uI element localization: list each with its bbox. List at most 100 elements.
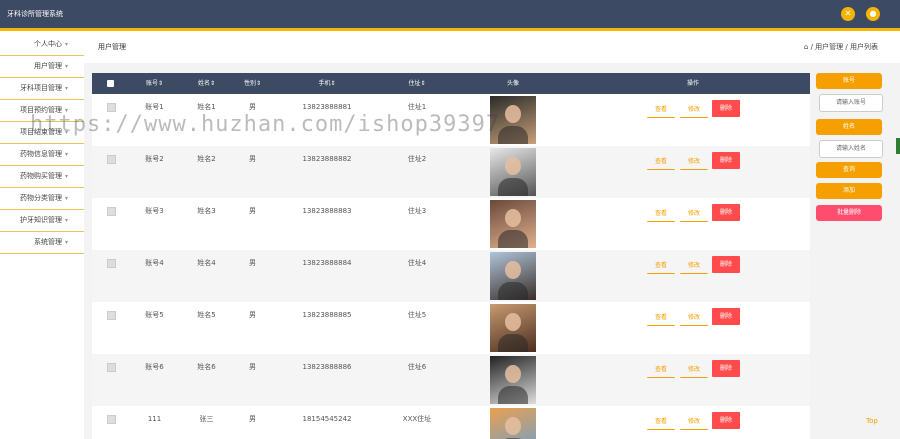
chevron-down-icon: ▾ [64, 107, 68, 114]
col-name[interactable]: 姓名⇕ [184, 73, 229, 94]
cell-phone: 13823888884 [302, 259, 352, 267]
avatar [490, 200, 536, 248]
cell-gender: 男 [249, 103, 256, 111]
sidebar-item-dental-knowledge[interactable]: 护牙知识管理 ▾ [0, 210, 84, 232]
row-checkbox[interactable] [107, 363, 116, 372]
cell-address: 住址2 [407, 155, 427, 163]
add-button[interactable]: 添加 [816, 183, 882, 199]
edit-button[interactable]: 修改 [680, 310, 708, 326]
delete-button[interactable]: 删除 [712, 204, 740, 221]
row-checkbox[interactable] [107, 311, 116, 320]
col-actions: 操作 [686, 80, 699, 87]
edit-button[interactable]: 修改 [680, 154, 708, 170]
account-label-button[interactable]: 账号 [816, 73, 882, 89]
user-table: 账号⇕ 姓名⇕ 性别⇕ 手机⇕ 住址⇕ 头像 操作 账号1 姓名1 男 1382… [92, 73, 810, 439]
table-row: 账号1 姓名1 男 13823888881 住址1 查看 修改 删除 [92, 94, 810, 147]
avatar-body [498, 230, 528, 248]
delete-button[interactable]: 删除 [712, 308, 740, 325]
avatar-body [498, 386, 528, 404]
row-checkbox[interactable] [107, 415, 116, 424]
view-button[interactable]: 查看 [647, 154, 675, 170]
home-icon[interactable]: ⌂ [804, 43, 808, 51]
select-all-checkbox[interactable] [107, 80, 114, 87]
delete-button[interactable]: 删除 [712, 256, 740, 273]
cell-gender: 男 [249, 363, 256, 371]
cell-address: XXX住址 [402, 415, 432, 423]
delete-button[interactable]: 删除 [712, 360, 740, 377]
edit-button[interactable]: 修改 [680, 414, 708, 430]
edit-button[interactable]: 修改 [680, 258, 708, 274]
breadcrumb-bar: 用户管理 ⌂ / 用户管理 / 用户列表 [84, 31, 900, 63]
view-button[interactable]: 查看 [647, 362, 675, 378]
delete-button[interactable]: 删除 [712, 100, 740, 117]
cell-phone: 18154545242 [302, 415, 352, 423]
col-address[interactable]: 住址⇕ [392, 73, 442, 94]
sidebar-item-personal[interactable]: 个人中心 ▾ [0, 34, 84, 56]
breadcrumb-text[interactable]: / 用户管理 / 用户列表 [811, 43, 878, 51]
sidebar-item-drug-purchase[interactable]: 药物购买管理 ▾ [0, 166, 84, 188]
cell-address: 住址4 [407, 259, 427, 267]
cell-address: 住址3 [407, 207, 427, 215]
back-to-top-link[interactable]: Top [866, 417, 878, 425]
sidebar-item-drug-category[interactable]: 药物分类管理 ▾ [0, 188, 84, 210]
search-button[interactable]: 查询 [816, 162, 882, 178]
row-checkbox[interactable] [107, 207, 116, 216]
cell-gender: 男 [249, 415, 256, 423]
chevron-down-icon: ▾ [64, 151, 68, 158]
avatar [490, 148, 536, 196]
edit-button[interactable]: 修改 [680, 206, 708, 222]
table-row: 账号3 姓名3 男 13823888883 住址3 查看 修改 删除 [92, 198, 810, 251]
avatar [490, 96, 536, 144]
col-phone[interactable]: 手机⇕ [292, 73, 362, 94]
table-row: 账号6 姓名6 男 13823888886 住址6 查看 修改 删除 [92, 354, 810, 407]
chevron-down-icon: ▾ [64, 239, 68, 246]
cell-account: 账号6 [145, 363, 164, 371]
avatar [490, 252, 536, 300]
chevron-down-icon: ▾ [64, 173, 68, 180]
sidebar-item-dental-projects[interactable]: 牙科项目管理 ▾ [0, 78, 84, 100]
view-button[interactable]: 查看 [647, 102, 675, 118]
cell-name: 姓名6 [197, 363, 216, 371]
sidebar-item-users[interactable]: 用户管理 ▾ [0, 56, 84, 78]
account-search-input[interactable]: 请输入账号 [819, 94, 883, 112]
sidebar-item-drug-info[interactable]: 药物信息管理 ▾ [0, 144, 84, 166]
sidebar-item-label: 牙科项目管理 [20, 84, 62, 92]
col-account[interactable]: 账号⇕ [132, 73, 177, 94]
row-checkbox[interactable] [107, 155, 116, 164]
view-button[interactable]: 查看 [647, 258, 675, 274]
chevron-down-icon: ▾ [64, 217, 68, 224]
sidebar-item-system[interactable]: 系统管理 ▾ [0, 232, 84, 254]
col-gender[interactable]: 性别⇕ [230, 73, 275, 94]
sidebar-item-appointments[interactable]: 项目预约管理 ▾ [0, 100, 84, 122]
delete-button[interactable]: 删除 [712, 152, 740, 169]
top-bar: 牙科诊所管理系统 ✕ ● [0, 0, 900, 31]
view-button[interactable]: 查看 [647, 206, 675, 222]
expand-icon[interactable]: ✕ [841, 7, 855, 21]
chevron-down-icon: ▾ [64, 195, 68, 202]
chevron-down-icon: ▾ [64, 129, 68, 136]
sidebar-item-label: 项目预约管理 [20, 106, 62, 114]
edit-button[interactable]: 修改 [680, 102, 708, 118]
sidebar: 个人中心 ▾ 用户管理 ▾ 牙科项目管理 ▾ 项目预约管理 ▾ 项目结束管理 ▾ 药物信息… [0, 31, 84, 439]
delete-button[interactable]: 删除 [712, 412, 740, 429]
batch-delete-button[interactable]: 批量删除 [816, 205, 882, 221]
row-checkbox[interactable] [107, 259, 116, 268]
name-label-button[interactable]: 姓名 [816, 119, 882, 135]
avatar [490, 356, 536, 404]
col-avatar: 头像 [506, 80, 519, 87]
cell-phone: 13823888882 [302, 155, 352, 163]
cell-phone: 13823888881 [302, 103, 352, 111]
name-search-input[interactable]: 请输入姓名 [819, 140, 883, 158]
cell-gender: 男 [249, 259, 256, 267]
view-button[interactable]: 查看 [647, 414, 675, 430]
sidebar-item-project-end[interactable]: 项目结束管理 ▾ [0, 122, 84, 144]
view-button[interactable]: 查看 [647, 310, 675, 326]
user-icon[interactable]: ● [866, 7, 880, 21]
scroll-indicator[interactable] [896, 138, 900, 154]
cell-address: 住址6 [407, 363, 427, 371]
avatar [490, 304, 536, 352]
edit-button[interactable]: 修改 [680, 362, 708, 378]
cell-name: 姓名1 [197, 103, 216, 111]
cell-gender: 男 [249, 311, 256, 319]
row-checkbox[interactable] [107, 103, 116, 112]
